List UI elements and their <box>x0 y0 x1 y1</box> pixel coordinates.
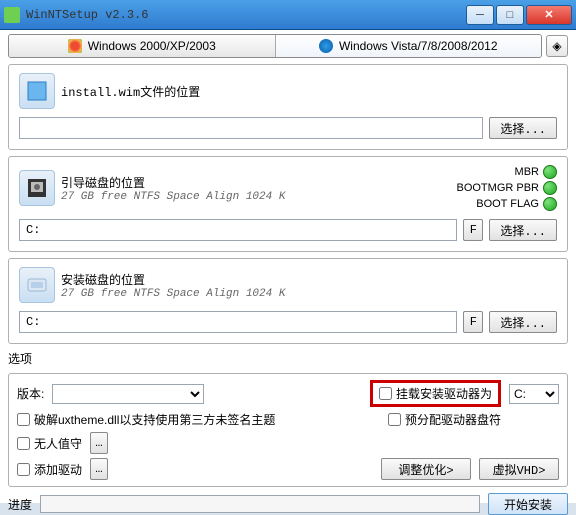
panel-wim: install.wim文件的位置 选择... <box>8 64 568 150</box>
tab-winxp-label: Windows 2000/XP/2003 <box>88 39 216 53</box>
window-title: WinNTSetup v2.3.6 <box>26 8 466 22</box>
app-icon <box>4 7 20 23</box>
status-mbr-dot <box>543 165 557 179</box>
options-heading: 选项 <box>8 350 568 367</box>
install-f-button[interactable]: F <box>463 311 483 333</box>
version-label: 版本: <box>17 385 44 402</box>
unattended-browse-button[interactable]: … <box>90 432 108 454</box>
start-install-button[interactable]: 开始安装 <box>488 493 568 515</box>
prealloc-label: 预分配驱动器盘符 <box>405 411 501 428</box>
add-driver-checkbox[interactable] <box>17 463 30 476</box>
maximize-button[interactable] <box>496 5 524 25</box>
status-mbr-label: MBR <box>515 166 539 178</box>
boot-label: 引导磁盘的位置 <box>61 174 285 191</box>
status-bootflag-label: BOOT FLAG <box>476 198 539 210</box>
prealloc-checkbox[interactable] <box>388 413 401 426</box>
boot-drive-input[interactable] <box>19 219 457 241</box>
install-disk-icon <box>19 267 55 303</box>
wim-path-input[interactable] <box>19 117 483 139</box>
titlebar: WinNTSetup v2.3.6 <box>0 0 576 30</box>
wim-label: install.wim文件的位置 <box>61 83 200 100</box>
boot-disk-icon <box>19 170 55 206</box>
panel-boot: 引导磁盘的位置 27 GB free NTFS Space Align 1024… <box>8 156 568 252</box>
mount-driver-checkbox[interactable] <box>379 387 392 400</box>
boot-select-button[interactable]: 选择... <box>489 219 557 241</box>
vhd-button[interactable]: 虚拟VHD> <box>479 458 559 480</box>
windows-vista-icon <box>319 39 333 53</box>
minimize-button[interactable] <box>466 5 494 25</box>
wim-select-button[interactable]: 选择... <box>489 117 557 139</box>
status-bootmgr-label: BOOTMGR PBR <box>456 182 539 194</box>
mount-driver-label: 挂载安装驱动器为 <box>396 385 492 402</box>
uxtheme-label: 破解uxtheme.dll以支持使用第三方未签名主题 <box>34 411 275 428</box>
panel-install: 安装磁盘的位置 27 GB free NTFS Space Align 1024… <box>8 258 568 344</box>
unattended-checkbox[interactable] <box>17 437 30 450</box>
panel-options: 版本: 挂载安装驱动器为 C: 破解uxtheme.dll以支持使用第三方未签名… <box>8 373 568 487</box>
close-button[interactable] <box>526 5 572 25</box>
mount-driver-highlight: 挂载安装驱动器为 <box>370 380 501 407</box>
boot-f-button[interactable]: F <box>463 219 483 241</box>
status-bootflag-dot <box>543 197 557 211</box>
install-drive-input[interactable] <box>19 311 457 333</box>
help-button[interactable]: ◈ <box>546 35 568 57</box>
tabs: Windows 2000/XP/2003 Windows Vista/7/8/2… <box>8 34 542 58</box>
version-select[interactable] <box>52 384 204 404</box>
add-driver-label: 添加驱动 <box>34 461 82 478</box>
tab-vista-label: Windows Vista/7/8/2008/2012 <box>339 39 498 53</box>
install-label: 安装磁盘的位置 <box>61 271 285 288</box>
install-sublabel: 27 GB free NTFS Space Align 1024 K <box>61 288 285 300</box>
tab-vista[interactable]: Windows Vista/7/8/2008/2012 <box>276 35 542 57</box>
uxtheme-checkbox[interactable] <box>17 413 30 426</box>
install-select-button[interactable]: 选择... <box>489 311 557 333</box>
tab-winxp[interactable]: Windows 2000/XP/2003 <box>9 35 276 57</box>
status-bootmgr-dot <box>543 181 557 195</box>
wim-icon <box>19 73 55 109</box>
add-driver-browse-button[interactable]: … <box>90 458 108 480</box>
progress-bar <box>40 495 480 513</box>
windows-legacy-icon <box>68 39 82 53</box>
unattended-label: 无人值守 <box>34 435 82 452</box>
progress-label: 进度 <box>8 496 32 513</box>
mount-drive-select[interactable]: C: <box>509 384 559 404</box>
tune-button[interactable]: 调整优化> <box>381 458 471 480</box>
boot-sublabel: 27 GB free NTFS Space Align 1024 K <box>61 191 285 203</box>
